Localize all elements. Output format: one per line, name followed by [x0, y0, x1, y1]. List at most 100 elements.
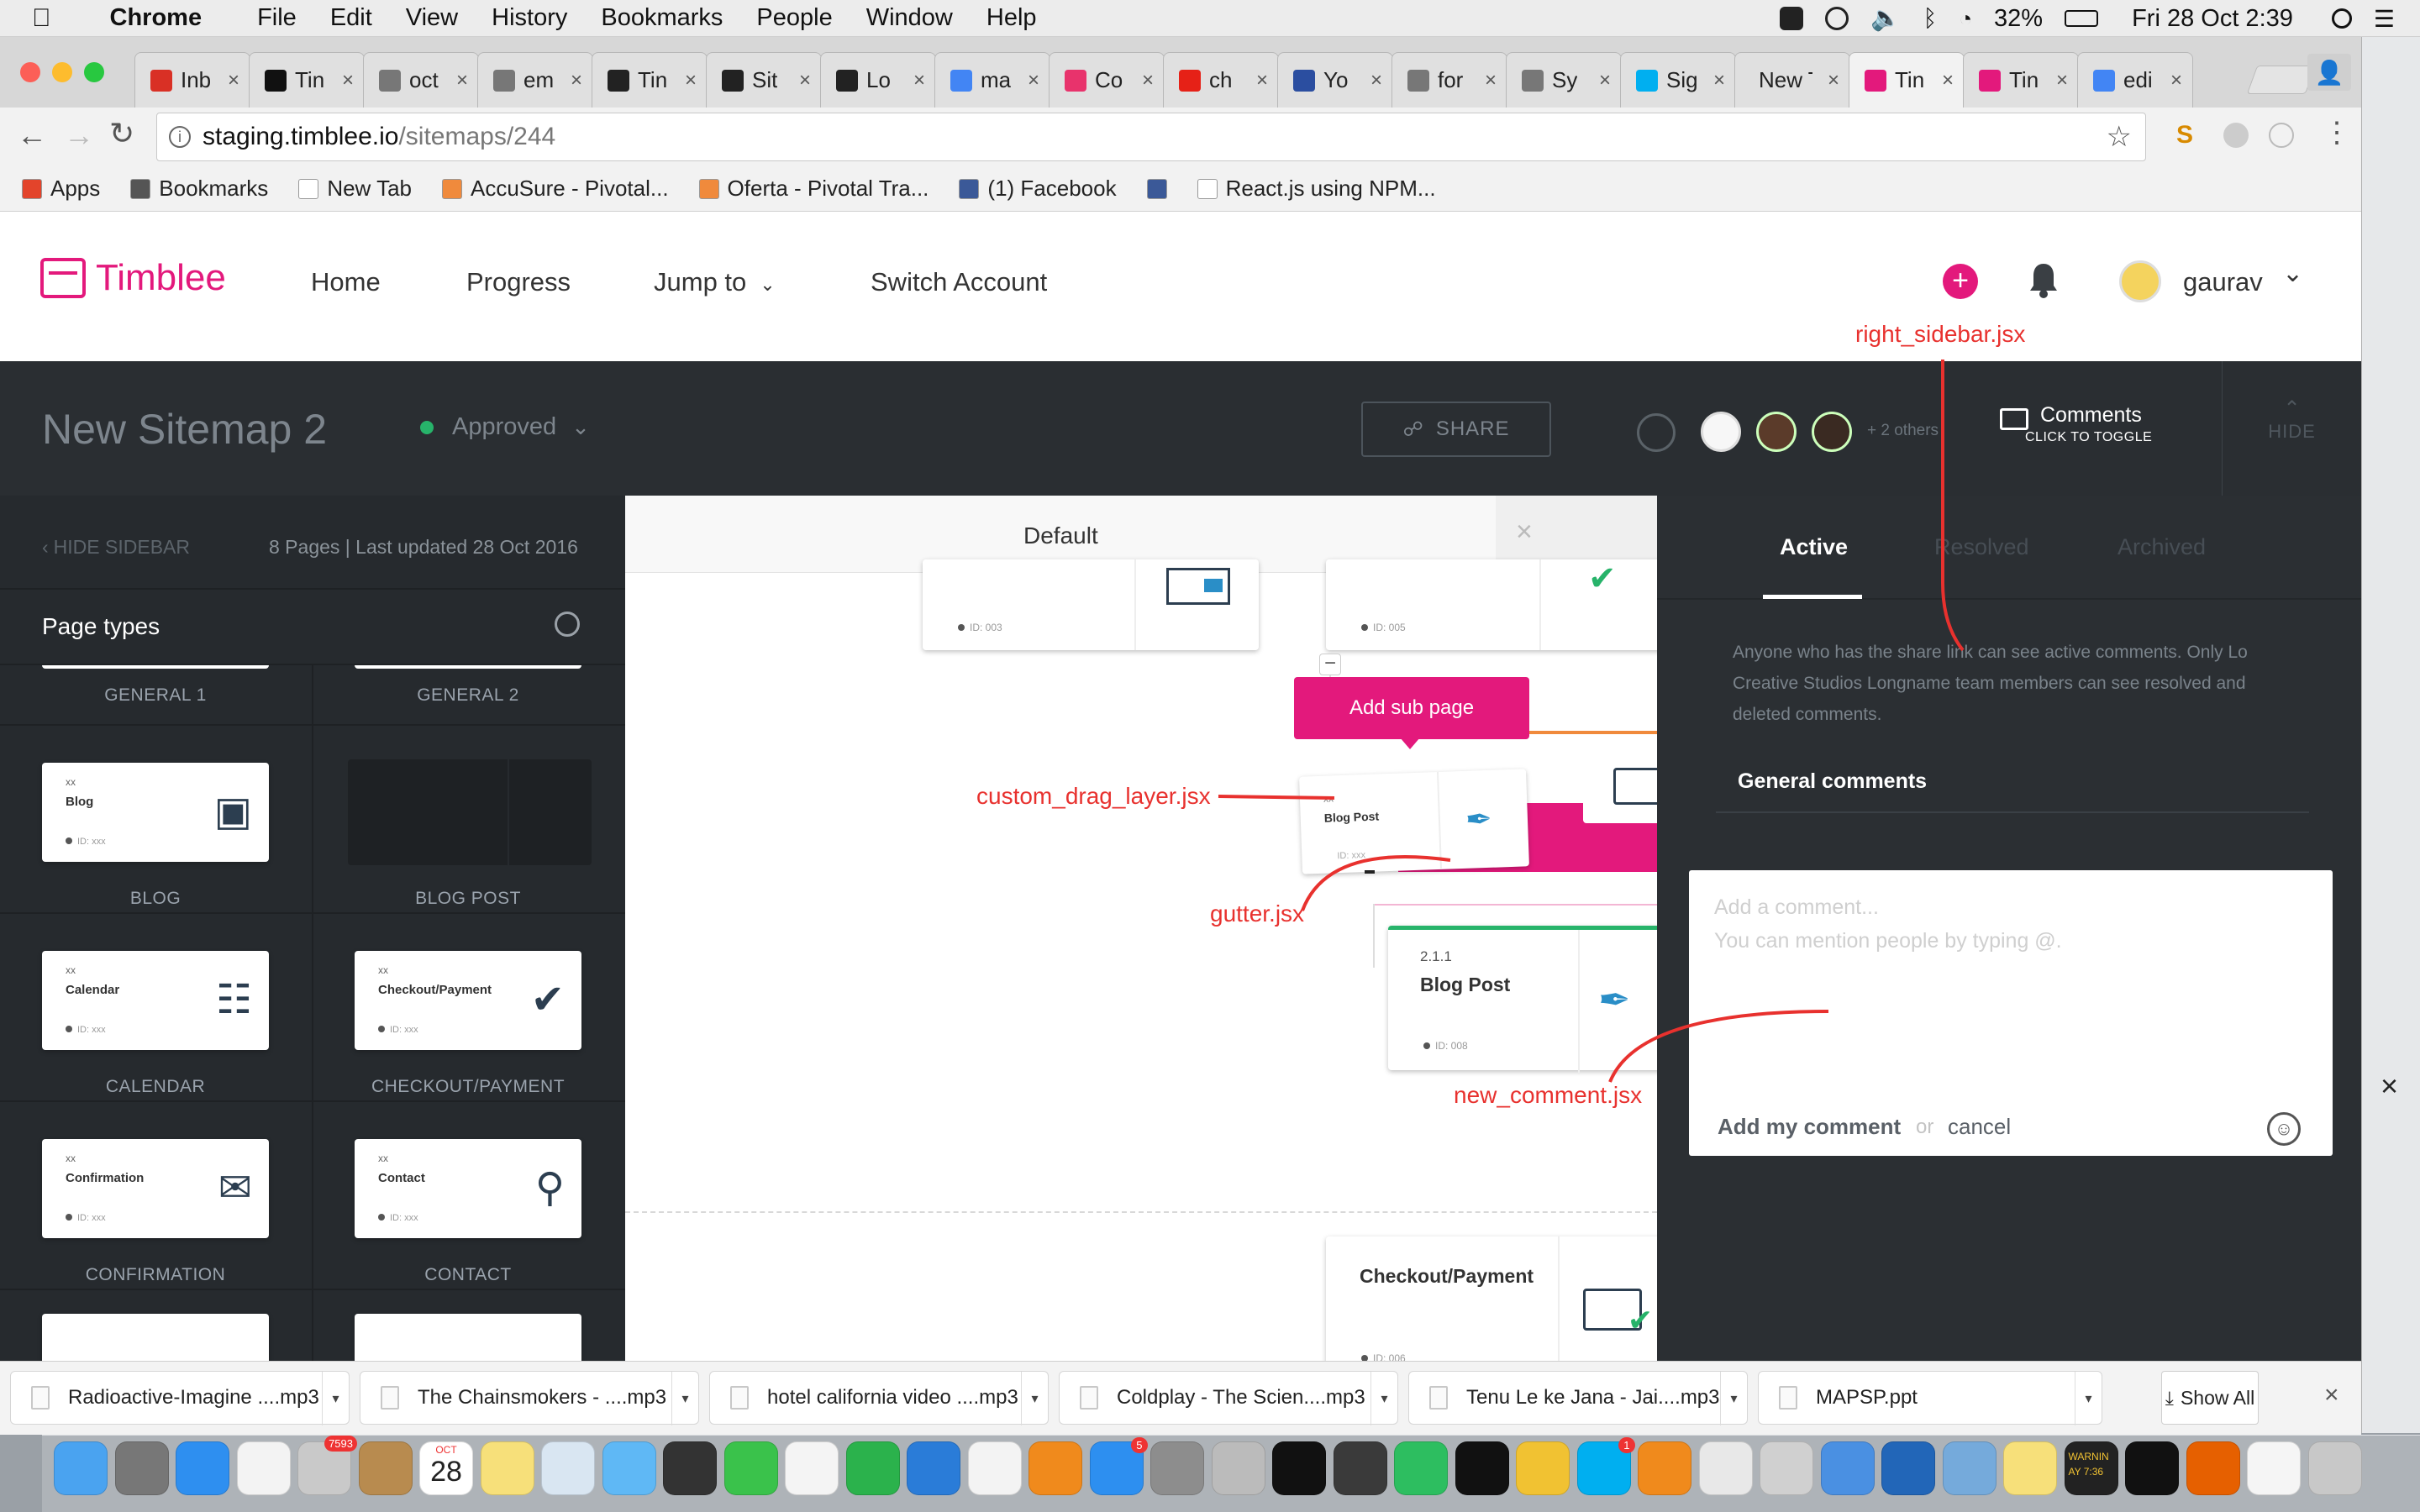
- collaborator-avatar-3[interactable]: [1812, 412, 1852, 452]
- apple-icon[interactable]: : [32, 4, 51, 33]
- info-icon[interactable]: i: [169, 126, 191, 148]
- archive-page-card[interactable]: [1583, 748, 1657, 823]
- wifi-icon[interactable]: ◔: [1959, 6, 1972, 32]
- download-menu-chevron-icon[interactable]: ▾: [1370, 1372, 1397, 1425]
- download-item[interactable]: MAPSP.ppt ▾: [1758, 1371, 2102, 1425]
- nav-switch-account[interactable]: Switch Account: [871, 267, 1047, 297]
- browser-tab[interactable]: for ×: [1392, 52, 1507, 108]
- contacts-icon[interactable]: [358, 1441, 413, 1495]
- bluetooth-file-exchange-icon[interactable]: [1820, 1441, 1875, 1495]
- menubar-item[interactable]: Help: [986, 4, 1037, 32]
- hide-toolbar-button[interactable]: ⌃ HIDE: [2222, 361, 2361, 496]
- close-tab-icon[interactable]: ×: [228, 69, 239, 92]
- close-tab-icon[interactable]: ×: [2170, 69, 2182, 92]
- sitemap-title[interactable]: New Sitemap 2: [42, 405, 327, 454]
- browser-tab[interactable]: Tin ×: [1849, 52, 1965, 108]
- browser-tab[interactable]: Inb ×: [134, 52, 250, 108]
- clock[interactable]: Fri 28 Oct 2:39: [2132, 5, 2293, 33]
- page-type-placeholder[interactable]: [348, 759, 592, 865]
- browser-tab[interactable]: Tin ×: [249, 52, 365, 108]
- download-menu-chevron-icon[interactable]: ▾: [2075, 1372, 2102, 1425]
- chrome-icon[interactable]: [1516, 1441, 1570, 1495]
- close-icon[interactable]: ×: [2381, 1068, 2398, 1104]
- menubar-item[interactable]: File: [257, 4, 297, 32]
- close-tab-icon[interactable]: ×: [1142, 69, 1154, 92]
- stickies-icon[interactable]: [2003, 1441, 2057, 1495]
- close-tab-icon[interactable]: ×: [913, 69, 925, 92]
- browser-tab[interactable]: Sy ×: [1506, 52, 1622, 108]
- cancel-button[interactable]: cancel: [1948, 1114, 2011, 1140]
- bookmark-item[interactable]: React.js using NPM...: [1197, 176, 1436, 202]
- add-plus-icon[interactable]: +: [1943, 264, 1978, 299]
- menubar-app-name[interactable]: Chrome: [110, 4, 203, 32]
- notes-icon[interactable]: [480, 1441, 534, 1495]
- sublime-text-icon[interactable]: [1333, 1441, 1387, 1495]
- close-window-button[interactable]: [20, 62, 40, 82]
- extension-s-icon[interactable]: S: [2176, 121, 2193, 150]
- mw-icon[interactable]: [1272, 1441, 1326, 1495]
- facetime-icon[interactable]: [723, 1441, 778, 1495]
- browser-tab[interactable]: oct ×: [363, 52, 479, 108]
- add-my-comment-button[interactable]: Add my comment: [1718, 1114, 1901, 1140]
- close-tab-icon[interactable]: ×: [571, 69, 582, 92]
- finder-icon[interactable]: [54, 1441, 108, 1495]
- check-status-icon[interactable]: [1825, 7, 1849, 30]
- bookmark-item[interactable]: [1146, 178, 1167, 199]
- page-card[interactable]: Checkout/Payment ID: 006 ✔: [1326, 1236, 1657, 1379]
- vlc-icon[interactable]: [1638, 1441, 1691, 1495]
- nav-jump-to[interactable]: Jump to ⌄: [654, 267, 776, 297]
- profile-icon[interactable]: 👤: [2307, 54, 2351, 91]
- firefox-icon[interactable]: [2186, 1441, 2240, 1495]
- menubar-item[interactable]: People: [756, 4, 832, 32]
- close-tab-icon[interactable]: ×: [1942, 69, 1954, 92]
- close-tab-icon[interactable]: ×: [799, 69, 811, 92]
- browser-tab[interactable]: edi ×: [2077, 52, 2193, 108]
- textedit-icon[interactable]: [785, 1441, 839, 1495]
- nav-progress[interactable]: Progress: [466, 267, 571, 297]
- bell-icon[interactable]: [2028, 262, 2059, 298]
- mail-icon[interactable]: 7593: [297, 1436, 357, 1495]
- keynote-icon[interactable]: [907, 1441, 960, 1495]
- page-type-card[interactable]: xx Blog ID: xxx ▣: [42, 763, 269, 862]
- back-icon[interactable]: ←: [17, 118, 47, 153]
- trash-icon[interactable]: [2307, 1441, 2362, 1495]
- tab-resolved[interactable]: Resolved: [1934, 534, 2029, 560]
- share-button[interactable]: ☍ SHARE: [1361, 402, 1551, 457]
- chrome-menu-icon[interactable]: ⋮: [2323, 116, 2351, 150]
- close-tab-icon[interactable]: ×: [456, 69, 468, 92]
- photo-booth-icon[interactable]: [663, 1441, 717, 1495]
- launchpad-icon[interactable]: [114, 1441, 169, 1495]
- browser-tab[interactable]: ch ×: [1163, 52, 1279, 108]
- zoom-window-button[interactable]: [84, 62, 104, 82]
- download-item[interactable]: Tenu Le ke Jana - Jai....mp3 ▾: [1408, 1371, 1748, 1425]
- download-item[interactable]: Radioactive-Imagine ....mp3 ▾: [10, 1371, 350, 1425]
- r-studio-icon[interactable]: [1942, 1441, 1996, 1495]
- browser-tab[interactable]: Yo ×: [1277, 52, 1393, 108]
- terminal-icon[interactable]: [1455, 1441, 1509, 1495]
- numbers-icon[interactable]: [845, 1441, 900, 1495]
- emoji-icon[interactable]: ☺: [2267, 1112, 2301, 1146]
- page-type-card[interactable]: xx Checkout/Payment ID: xxx ✔: [355, 951, 581, 1050]
- others-count[interactable]: + 2 others: [1867, 422, 1939, 440]
- collaborator-avatar-2[interactable]: [1756, 412, 1797, 452]
- close-tab-icon[interactable]: ×: [1599, 69, 1611, 92]
- page-type-card[interactable]: xx Calendar ID: xxx ☷: [42, 951, 269, 1050]
- ibooks-icon[interactable]: [1028, 1441, 1082, 1495]
- tab-archived[interactable]: Archived: [2118, 534, 2206, 560]
- close-tab-icon[interactable]: ×: [1256, 69, 1268, 92]
- nav-home[interactable]: Home: [311, 267, 381, 297]
- extension-react-icon[interactable]: [2269, 123, 2294, 148]
- brand-logo[interactable]: Timblee: [40, 257, 226, 299]
- skype-icon[interactable]: 1: [1576, 1437, 1635, 1495]
- bookmark-star-icon[interactable]: ☆: [2107, 120, 2132, 154]
- menubar-item[interactable]: Bookmarks: [601, 4, 723, 32]
- menubar-item[interactable]: Window: [866, 4, 953, 32]
- calendar-icon[interactable]: OCT 28: [419, 1441, 473, 1495]
- address-field[interactable]: i staging.timblee.io/sitemaps/244 ☆: [156, 113, 2146, 161]
- page-type-card[interactable]: xx Confirmation ID: xxx ✉: [42, 1139, 269, 1238]
- user-menu-chevron-icon[interactable]: ⌄: [2282, 259, 2303, 288]
- help-icon[interactable]: [1211, 1441, 1265, 1495]
- new-tab-button[interactable]: [2246, 66, 2317, 94]
- evernote-icon[interactable]: [1394, 1441, 1448, 1495]
- document-icon[interactable]: [2247, 1441, 2301, 1495]
